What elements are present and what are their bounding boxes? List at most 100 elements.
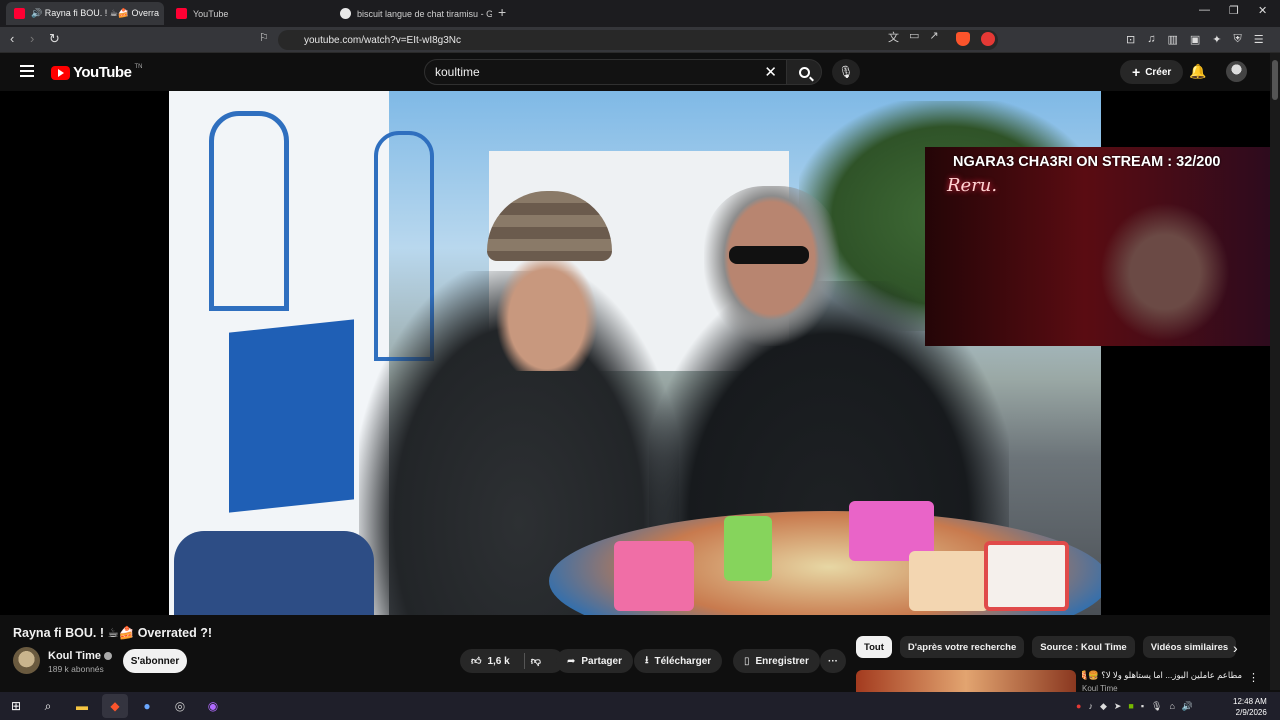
recommendation-title[interactable]: مطاعم عاملين البوز... اما يستاهلو ولا لا… xyxy=(1082,670,1242,681)
guide-menu-icon[interactable] xyxy=(20,65,34,77)
tab-rayna-video[interactable]: 🔊 Rayna fi BOU. ! ☕🍰 Overra ✕ xyxy=(6,2,164,25)
like-count: 1,6 k xyxy=(487,655,510,667)
cream-dessert-box xyxy=(909,551,989,611)
forward-icon[interactable]: › xyxy=(30,31,34,46)
more-icon: ··· xyxy=(828,655,838,667)
browser-toolbar: ‹ › ↻ ⚐ youtube.com/watch?v=EIt-wI8g3Nc … xyxy=(0,27,1280,53)
leo-ai-icon[interactable]: ✦ xyxy=(1212,33,1221,46)
search-icon xyxy=(798,66,810,78)
file-explorer-icon[interactable]: ▬ xyxy=(74,698,90,714)
recommendation-thumbnail[interactable] xyxy=(856,670,1076,692)
save-button[interactable]: ▯ Enregistrer xyxy=(733,649,820,673)
channel-name-text: Koul Time xyxy=(48,650,101,662)
bookmark-icon[interactable]: ⚐ xyxy=(259,31,269,44)
wallet-icon[interactable]: ▣ xyxy=(1190,33,1200,46)
youtube-masthead: YouTube TN koultime ✕ 🎙 + Créer 🔔 xyxy=(0,53,1280,91)
save-label: Enregistrer xyxy=(755,655,809,667)
back-icon[interactable]: ‹ xyxy=(10,31,14,46)
google-favicon-icon xyxy=(340,8,351,19)
chips-next-icon[interactable]: › xyxy=(1233,640,1238,656)
search-input[interactable]: koultime ✕ xyxy=(424,59,788,85)
youtube-logo[interactable]: YouTube TN xyxy=(51,64,142,81)
blue-window-grille xyxy=(209,111,289,311)
create-button[interactable]: + Créer xyxy=(1120,60,1184,84)
youtube-wordmark: YouTube xyxy=(73,64,132,81)
tab-label: 🔊 Rayna fi BOU. ! ☕🍰 Overra xyxy=(31,8,160,18)
pink-dessert-box xyxy=(614,541,694,611)
tray-mic-icon[interactable]: 🎙 xyxy=(1151,701,1162,712)
restore-icon[interactable]: ❐ xyxy=(1229,4,1239,17)
screenshot-icon[interactable]: ⊡ xyxy=(1126,33,1135,46)
new-tab-button[interactable]: + xyxy=(498,4,506,20)
streamer-face xyxy=(1095,197,1235,346)
chip-similar[interactable]: Vidéos similaires xyxy=(1142,636,1237,658)
search-button[interactable] xyxy=(786,59,822,85)
page-scrollbar[interactable] xyxy=(1270,53,1280,690)
clear-search-icon[interactable]: ✕ xyxy=(764,63,777,81)
account-avatar[interactable] xyxy=(1226,61,1247,82)
bookmark-save-icon: ▯ xyxy=(744,655,750,667)
tray-headset-icon[interactable]: ♪ xyxy=(1088,701,1093,712)
brave-rewards-icon[interactable] xyxy=(981,32,995,46)
tray-nvidia-icon[interactable]: ■ xyxy=(1128,701,1133,712)
taskbar-search-icon[interactable]: ⌕ xyxy=(40,698,56,714)
video-title: Rayna fi BOU. ! ☕🍰 Overrated ?! xyxy=(13,626,213,640)
country-code: TN xyxy=(134,63,143,70)
music-icon[interactable]: ♫ xyxy=(1147,33,1155,46)
windows-start-icon[interactable]: ⊞ xyxy=(8,698,24,714)
obs-icon[interactable]: ◎ xyxy=(172,698,188,714)
tray-app-icon[interactable]: ▪ xyxy=(1141,701,1144,712)
like-button[interactable]: 👍︎ 1,6 k xyxy=(471,655,510,668)
tab-google-search[interactable]: biscuit langue de chat tiramisu - Goo xyxy=(332,2,492,25)
share-icon[interactable]: ↗ xyxy=(929,29,938,45)
menu-icon[interactable]: ☰ xyxy=(1254,33,1264,46)
cast-icon[interactable]: ▭ xyxy=(909,29,919,45)
vpn-icon[interactable]: ⛨ xyxy=(1234,33,1242,46)
youtube-favicon-icon xyxy=(14,8,25,19)
translate-icon[interactable]: 文 xyxy=(888,29,899,45)
tab-label: biscuit langue de chat tiramisu - Goo xyxy=(357,8,492,19)
tray-record-icon[interactable]: ● xyxy=(1076,701,1081,712)
channel-name[interactable]: Koul Time xyxy=(48,650,112,662)
chip-from-search[interactable]: D'après votre recherche xyxy=(899,636,1025,658)
minimize-icon[interactable]: — xyxy=(1199,4,1210,16)
tray-volume-icon[interactable]: 🔊 xyxy=(1182,701,1193,712)
youtube-favicon-icon xyxy=(176,8,187,19)
voice-search-button[interactable]: 🎙 xyxy=(832,59,860,85)
taskbar-clock[interactable]: 12:48 AM 2/9/2026 xyxy=(1233,696,1267,718)
tab-youtube[interactable]: YouTube xyxy=(168,2,328,25)
sunglasses xyxy=(729,246,809,264)
clock-date: 2/9/2026 xyxy=(1235,708,1267,717)
app-blue-icon[interactable]: ● xyxy=(139,698,155,714)
search-query: koultime xyxy=(435,65,480,79)
recommendation-menu-icon[interactable]: ⋮ xyxy=(1248,671,1259,684)
tray-cursor-icon[interactable]: ➤ xyxy=(1114,701,1122,712)
tray-network-icon[interactable]: ⌂ xyxy=(1169,701,1174,712)
sidebar-icon[interactable]: ▥ xyxy=(1167,33,1177,46)
brave-browser-icon[interactable]: ◆ xyxy=(107,698,123,714)
chat-app-icon[interactable]: ◉ xyxy=(205,698,221,714)
channel-avatar[interactable] xyxy=(13,647,40,674)
more-actions-button[interactable]: ··· xyxy=(820,649,846,673)
create-label: Créer xyxy=(1145,66,1172,78)
clock-time: 12:48 AM xyxy=(1233,697,1267,706)
address-bar-actions: 文 ▭ ↗ xyxy=(888,29,939,45)
close-window-icon[interactable]: ✕ xyxy=(1258,4,1267,17)
tray-gpu-icon[interactable]: ◆ xyxy=(1100,701,1107,712)
share-button[interactable]: ➦ Partager xyxy=(556,649,633,673)
brave-shield-icon[interactable] xyxy=(956,32,970,46)
dislike-button[interactable]: 👎︎ xyxy=(531,655,541,667)
like-dislike-group: 👍︎ 1,6 k 👎︎ xyxy=(460,649,564,673)
url-text: youtube.com/watch?v=EIt-wI8g3Nc xyxy=(304,34,462,46)
notifications-bell-icon[interactable]: 🔔 xyxy=(1189,63,1206,80)
chip-source[interactable]: Source : Koul Time xyxy=(1032,636,1135,658)
subscribe-button[interactable]: S'abonner xyxy=(123,649,187,673)
scrollbar-thumb[interactable] xyxy=(1272,60,1278,100)
plus-icon: + xyxy=(1132,64,1141,80)
like-divider xyxy=(523,653,525,669)
related-filter-chips: Tout D'après votre recherche Source : Ko… xyxy=(856,636,1237,658)
download-button[interactable]: ⭳ Télécharger xyxy=(634,649,723,673)
person-right-face xyxy=(704,186,839,346)
reload-icon[interactable]: ↻ xyxy=(49,31,60,47)
chip-all[interactable]: Tout xyxy=(856,636,892,658)
